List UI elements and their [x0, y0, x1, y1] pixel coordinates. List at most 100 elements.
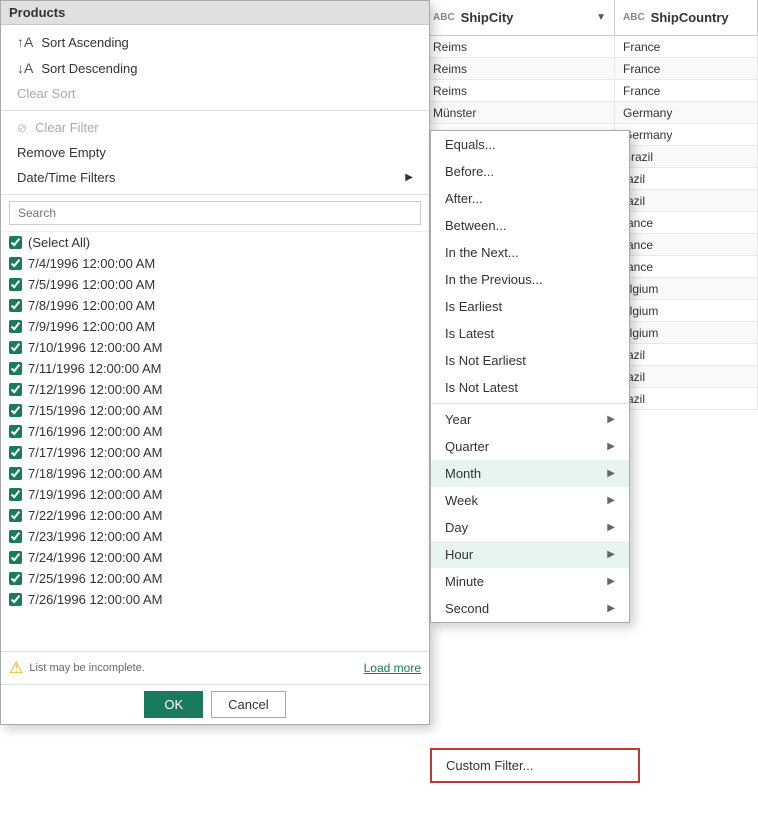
submenu-item-is-not-latest[interactable]: Is Not Latest — [431, 374, 629, 401]
submenu-item-in-the-previous...[interactable]: In the Previous... — [431, 266, 629, 293]
checkbox[interactable] — [9, 278, 22, 291]
checkbox-label: 7/8/1996 12:00:00 AM — [28, 298, 155, 313]
checkbox[interactable] — [9, 530, 22, 543]
select-all-label: (Select All) — [28, 235, 90, 250]
remove-empty-item[interactable]: Remove Empty — [1, 140, 429, 165]
checkbox-item[interactable]: 7/25/1996 12:00:00 AM — [1, 568, 429, 589]
table-cell-country: razil — [615, 388, 758, 409]
submenu-item-label: Is Latest — [445, 326, 494, 341]
checkbox-item[interactable]: 7/19/1996 12:00:00 AM — [1, 484, 429, 505]
checkbox[interactable] — [9, 425, 22, 438]
checkbox[interactable] — [9, 404, 22, 417]
custom-filter-item[interactable]: Custom Filter... — [432, 750, 638, 781]
checkbox-item[interactable]: 7/24/1996 12:00:00 AM — [1, 547, 429, 568]
ok-button[interactable]: OK — [144, 691, 203, 718]
checkbox-item[interactable]: 7/26/1996 12:00:00 AM — [1, 589, 429, 610]
submenu-item-day[interactable]: Day▶ — [431, 514, 629, 541]
submenu-item-minute[interactable]: Minute▶ — [431, 568, 629, 595]
checkbox[interactable] — [9, 341, 22, 354]
filter-section: ⊘ Clear Filter Remove Empty Date/Time Fi… — [1, 111, 429, 195]
checkbox[interactable] — [9, 488, 22, 501]
checkbox-item[interactable]: 7/4/1996 12:00:00 AM — [1, 253, 429, 274]
checkbox-item[interactable]: 7/16/1996 12:00:00 AM — [1, 421, 429, 442]
submenu-item-hour[interactable]: Hour▶ — [431, 541, 629, 568]
checkbox-item[interactable]: 7/10/1996 12:00:00 AM — [1, 337, 429, 358]
checkbox[interactable] — [9, 299, 22, 312]
checkbox-item[interactable]: 7/15/1996 12:00:00 AM — [1, 400, 429, 421]
sort-ascending-icon: ↑A — [17, 34, 33, 50]
ship-country-column-header[interactable]: ABC ShipCountry — [615, 0, 758, 35]
checkbox[interactable] — [9, 572, 22, 585]
submenu-item-is-latest[interactable]: Is Latest — [431, 320, 629, 347]
submenu-item-year[interactable]: Year▶ — [431, 406, 629, 433]
table-cell-country: Germany — [615, 124, 758, 145]
submenu-item-label: In the Next... — [445, 245, 519, 260]
submenu-item-quarter[interactable]: Quarter▶ — [431, 433, 629, 460]
submenu-item-label: Month — [445, 466, 481, 481]
incomplete-text: List may be incomplete. — [29, 662, 357, 674]
products-header-label: Products — [9, 5, 65, 20]
checkbox-label: 7/15/1996 12:00:00 AM — [28, 403, 162, 418]
submenu-item-week[interactable]: Week▶ — [431, 487, 629, 514]
submenu-item-in-the-next...[interactable]: In the Next... — [431, 239, 629, 266]
table-cell-country: rance — [615, 234, 758, 255]
cancel-button[interactable]: Cancel — [211, 691, 285, 718]
checkbox[interactable] — [9, 257, 22, 270]
table-cell-country: rance — [615, 256, 758, 277]
checkbox[interactable] — [9, 446, 22, 459]
checkbox[interactable] — [9, 509, 22, 522]
checkbox-item[interactable]: 7/11/1996 12:00:00 AM — [1, 358, 429, 379]
load-more-button[interactable]: Load more — [364, 661, 421, 675]
clear-sort-label: Clear Sort — [17, 86, 76, 101]
checkbox[interactable] — [9, 467, 22, 480]
checkbox-item[interactable]: 7/12/1996 12:00:00 AM — [1, 379, 429, 400]
ship-city-column-header[interactable]: ABC ShipCity ▼ — [425, 0, 615, 35]
checkbox-label: 7/18/1996 12:00:00 AM — [28, 466, 162, 481]
submenu-arrow: ▶ — [607, 468, 615, 479]
checkbox-item[interactable]: 7/22/1996 12:00:00 AM — [1, 505, 429, 526]
checkbox-select-all[interactable]: (Select All) — [1, 232, 429, 253]
submenu-item-between...[interactable]: Between... — [431, 212, 629, 239]
submenu-item-after...[interactable]: After... — [431, 185, 629, 212]
sort-ascending-item[interactable]: ↑A Sort Ascending — [1, 29, 429, 55]
checkbox-label: 7/23/1996 12:00:00 AM — [28, 529, 162, 544]
checkbox[interactable] — [9, 320, 22, 333]
checkbox[interactable] — [9, 362, 22, 375]
checkbox[interactable] — [9, 593, 22, 606]
table-cell-country: elgium — [615, 322, 758, 343]
ship-city-dropdown-icon[interactable]: ▼ — [596, 12, 606, 23]
filter-footer: ⚠ List may be incomplete. Load more — [1, 651, 429, 684]
submenu-item-second[interactable]: Second▶ — [431, 595, 629, 622]
table-cell-country: razil — [615, 366, 758, 387]
sort-descending-item[interactable]: ↓A Sort Descending — [1, 55, 429, 81]
submenu-item-label: Hour — [445, 547, 473, 562]
select-all-checkbox[interactable] — [9, 236, 22, 249]
table-cell-city: Reims — [425, 36, 615, 57]
submenu-item-month[interactable]: Month ▶ — [431, 460, 629, 487]
sort-descending-icon: ↓A — [17, 60, 33, 76]
checkbox-item[interactable]: 7/9/1996 12:00:00 AM — [1, 316, 429, 337]
custom-filter-box: Custom Filter... — [430, 748, 640, 783]
warning-icon: ⚠ — [9, 658, 23, 678]
table-cell-country: rance — [615, 212, 758, 233]
checkbox-label: 7/22/1996 12:00:00 AM — [28, 508, 162, 523]
submenu-item-is-earliest[interactable]: Is Earliest — [431, 293, 629, 320]
submenu-item-before...[interactable]: Before... — [431, 158, 629, 185]
submenu-item-equals...[interactable]: Equals... — [431, 131, 629, 158]
checkbox[interactable] — [9, 551, 22, 564]
submenu-item-is-not-earliest[interactable]: Is Not Earliest — [431, 347, 629, 374]
checkbox-item[interactable]: 7/17/1996 12:00:00 AM — [1, 442, 429, 463]
checkbox[interactable] — [9, 383, 22, 396]
checkbox-label: 7/17/1996 12:00:00 AM — [28, 445, 162, 460]
checkbox-item[interactable]: 7/18/1996 12:00:00 AM — [1, 463, 429, 484]
checkbox-item[interactable]: 7/23/1996 12:00:00 AM — [1, 526, 429, 547]
checkbox-item[interactable]: 7/5/1996 12:00:00 AM — [1, 274, 429, 295]
checkbox-list[interactable]: (Select All) 7/4/1996 12:00:00 AM7/5/1996… — [1, 231, 429, 651]
search-input[interactable] — [9, 201, 421, 225]
datetime-filters-item[interactable]: Date/Time Filters ▶ — [1, 165, 429, 190]
datetime-filters-arrow: ▶ — [405, 172, 413, 183]
table-cell-city: Münster — [425, 102, 615, 123]
submenu-item-label: Week — [445, 493, 478, 508]
checkbox-item[interactable]: 7/8/1996 12:00:00 AM — [1, 295, 429, 316]
datetime-submenu: Equals...Before...After...Between... In t… — [430, 130, 630, 623]
